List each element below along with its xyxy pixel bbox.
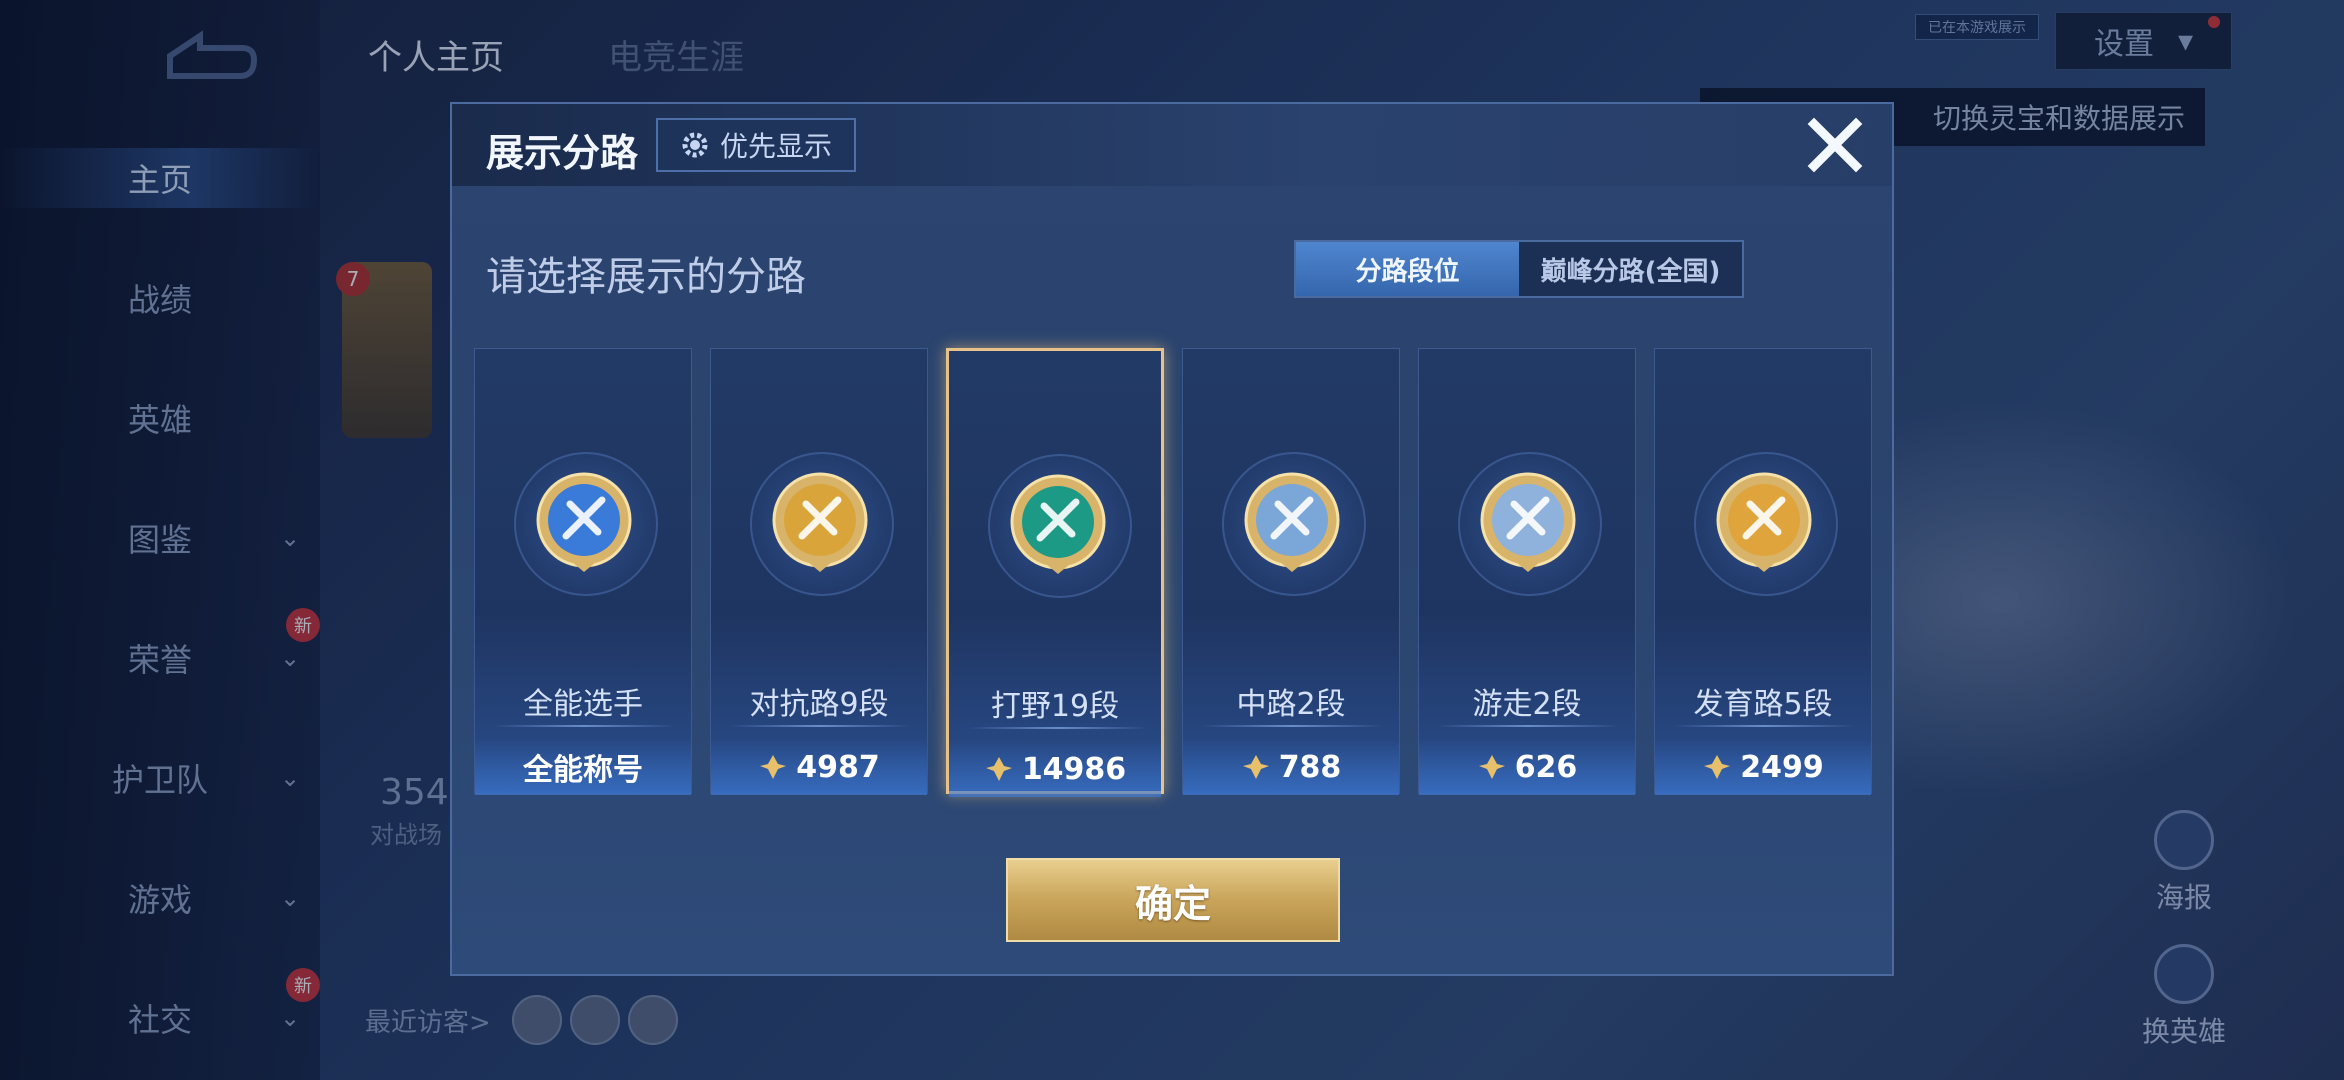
score-value: 2499 <box>1740 749 1824 785</box>
lane-name: 中路2段 <box>1236 687 1346 722</box>
tab-lane-rank[interactable]: 分路段位 <box>1296 242 1519 296</box>
lane-card[interactable]: 游走2段 626 <box>1418 348 1636 795</box>
roam-emblem-icon <box>1480 472 1576 572</box>
all-round-emblem-icon <box>536 472 632 572</box>
score-wing-icon <box>1242 755 1269 779</box>
score-wing-icon <box>985 757 1012 781</box>
lane-name: 发育路5段 <box>1693 687 1833 722</box>
divider <box>493 725 675 727</box>
score-wing-icon <box>1478 755 1505 779</box>
dialog-title: 展示分路 <box>486 131 639 175</box>
priority-display-button[interactable]: 优先显示 <box>656 118 856 172</box>
lane-card[interactable]: 中路2段 788 <box>1182 348 1400 795</box>
lane-score: 14986 <box>949 741 1161 797</box>
selection-prompt: 请选择展示的分路 <box>486 254 806 300</box>
farm-lane-emblem-icon <box>1716 472 1812 572</box>
lane-card[interactable]: 对抗路9段 4987 <box>710 348 928 795</box>
score-value: 788 <box>1278 749 1342 785</box>
lane-name: 全能选手 <box>523 687 643 722</box>
lane-name: 对抗路9段 <box>749 687 889 722</box>
gear-icon <box>682 132 708 158</box>
lane-card-list: 全能选手 全能称号 对抗路9段 4987 打野19段 14986 中路2段 788 游走2段 62… <box>474 348 1874 798</box>
lane-name: 打野19段 <box>990 689 1120 724</box>
score-wing-icon <box>760 755 787 779</box>
score-value: 626 <box>1514 749 1578 785</box>
score-value: 14986 <box>1021 751 1127 787</box>
divider <box>729 725 911 727</box>
tab-peak-lane[interactable]: 巅峰分路(全国) <box>1519 242 1742 296</box>
lane-score: 4987 <box>711 739 927 795</box>
lane-score: 626 <box>1419 739 1635 795</box>
lane-name: 游走2段 <box>1472 687 1582 722</box>
divider <box>1437 725 1619 727</box>
jungle-dragon-emblem-icon <box>1010 474 1106 574</box>
priority-display-label: 优先显示 <box>719 130 832 163</box>
lane-mode-toggle: 分路段位 巅峰分路(全国) <box>1294 240 1744 298</box>
lane-card[interactable]: 打野19段 14986 <box>946 348 1164 797</box>
clash-lane-emblem-icon <box>772 472 868 572</box>
lane-score: 788 <box>1183 739 1399 795</box>
dialog-header: 展示分路 优先显示 <box>452 104 1892 186</box>
lane-score: 2499 <box>1655 739 1871 795</box>
close-x-icon[interactable] <box>1802 112 1868 178</box>
score-value: 全能称号 <box>523 753 643 788</box>
score-value: 4987 <box>796 749 880 785</box>
lane-card[interactable]: 全能选手 全能称号 <box>474 348 692 795</box>
mid-lane-emblem-icon <box>1244 472 1340 572</box>
lane-score: 全能称号 <box>475 739 691 795</box>
confirm-button[interactable]: 确定 <box>1006 858 1340 942</box>
divider <box>1673 725 1855 727</box>
lane-card[interactable]: 发育路5段 2499 <box>1654 348 1872 795</box>
divider <box>1201 725 1383 727</box>
score-wing-icon <box>1704 755 1731 779</box>
divider <box>967 727 1149 729</box>
display-lane-dialog: 展示分路 优先显示 请选择展示的分路 分路段位 巅峰分路(全国) 全能选手全能称… <box>450 102 1894 976</box>
